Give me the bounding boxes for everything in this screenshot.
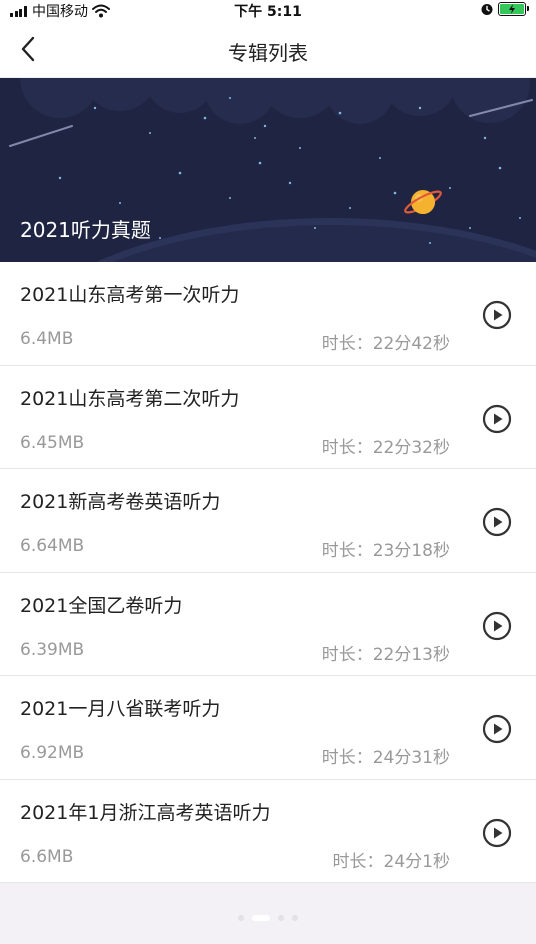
nav-bar: 专辑列表 xyxy=(0,20,536,78)
track-size: 6.39MB xyxy=(20,639,85,660)
page-indicator xyxy=(0,915,536,921)
list-item[interactable]: 2021全国乙卷听力 6.39MB 时长：22分13秒 xyxy=(0,572,536,676)
battery-icon xyxy=(498,2,529,16)
alarm-icon xyxy=(481,4,493,15)
page-dot xyxy=(238,915,244,921)
track-duration: 时长：22分32秒 xyxy=(321,437,450,458)
track-duration: 时长：23分18秒 xyxy=(321,541,450,561)
track-title: 2021一月八省联考听力 xyxy=(20,698,221,720)
track-title: 2021新高考卷英语听力 xyxy=(20,491,221,513)
list-item[interactable]: 2021一月八省联考听力 6.92MB 时长：24分31秒 xyxy=(0,676,536,780)
track-size: 6.4MB xyxy=(20,329,74,349)
play-icon[interactable] xyxy=(482,300,512,330)
track-duration: 时长：22分42秒 xyxy=(321,334,450,354)
charging-icon xyxy=(509,4,515,14)
page-dot-active xyxy=(252,915,270,921)
list-item[interactable]: 2021年1月浙江高考英语听力 6.6MB 时长：24分1秒 xyxy=(0,779,536,883)
track-size: 6.64MB xyxy=(20,536,85,556)
status-right xyxy=(480,2,529,16)
footer xyxy=(0,883,536,944)
play-icon[interactable] xyxy=(482,404,512,434)
album-title: 2021听力真题 xyxy=(20,218,151,242)
list-item[interactable]: 2021新高考卷英语听力 6.64MB 时长：23分18秒 xyxy=(0,469,536,573)
album-banner: 2021听力真题 xyxy=(0,78,536,262)
track-title: 2021年1月浙江高考英语听力 xyxy=(20,801,271,824)
track-title: 2021全国乙卷听力 xyxy=(20,594,183,617)
track-title: 2021山东高考第一次听力 xyxy=(20,284,240,306)
track-duration: 时长：24分31秒 xyxy=(321,748,450,768)
play-icon[interactable] xyxy=(482,507,512,537)
track-size: 6.45MB xyxy=(20,432,85,453)
page-dot xyxy=(292,915,298,921)
play-icon[interactable] xyxy=(482,714,512,744)
track-duration: 时长：22分13秒 xyxy=(321,644,450,665)
list-item[interactable]: 2021山东高考第二次听力 6.45MB 时长：22分32秒 xyxy=(0,365,536,469)
track-duration: 时长：24分1秒 xyxy=(332,851,450,872)
list-item[interactable]: 2021山东高考第一次听力 6.4MB 时长：22分42秒 xyxy=(0,262,536,366)
play-icon[interactable] xyxy=(482,611,512,641)
track-list: 2021山东高考第一次听力 6.4MB 时长：22分42秒 2021山东高考第二… xyxy=(0,262,536,883)
page-title: 专辑列表 xyxy=(228,41,308,65)
track-title: 2021山东高考第二次听力 xyxy=(20,387,240,410)
status-bar: 中国移动 下午 5:11 xyxy=(0,0,536,20)
track-size: 6.92MB xyxy=(20,743,85,763)
status-time: 下午 5:11 xyxy=(234,4,302,20)
page-dot xyxy=(278,915,284,921)
track-size: 6.6MB xyxy=(20,846,74,867)
play-icon[interactable] xyxy=(482,818,512,848)
